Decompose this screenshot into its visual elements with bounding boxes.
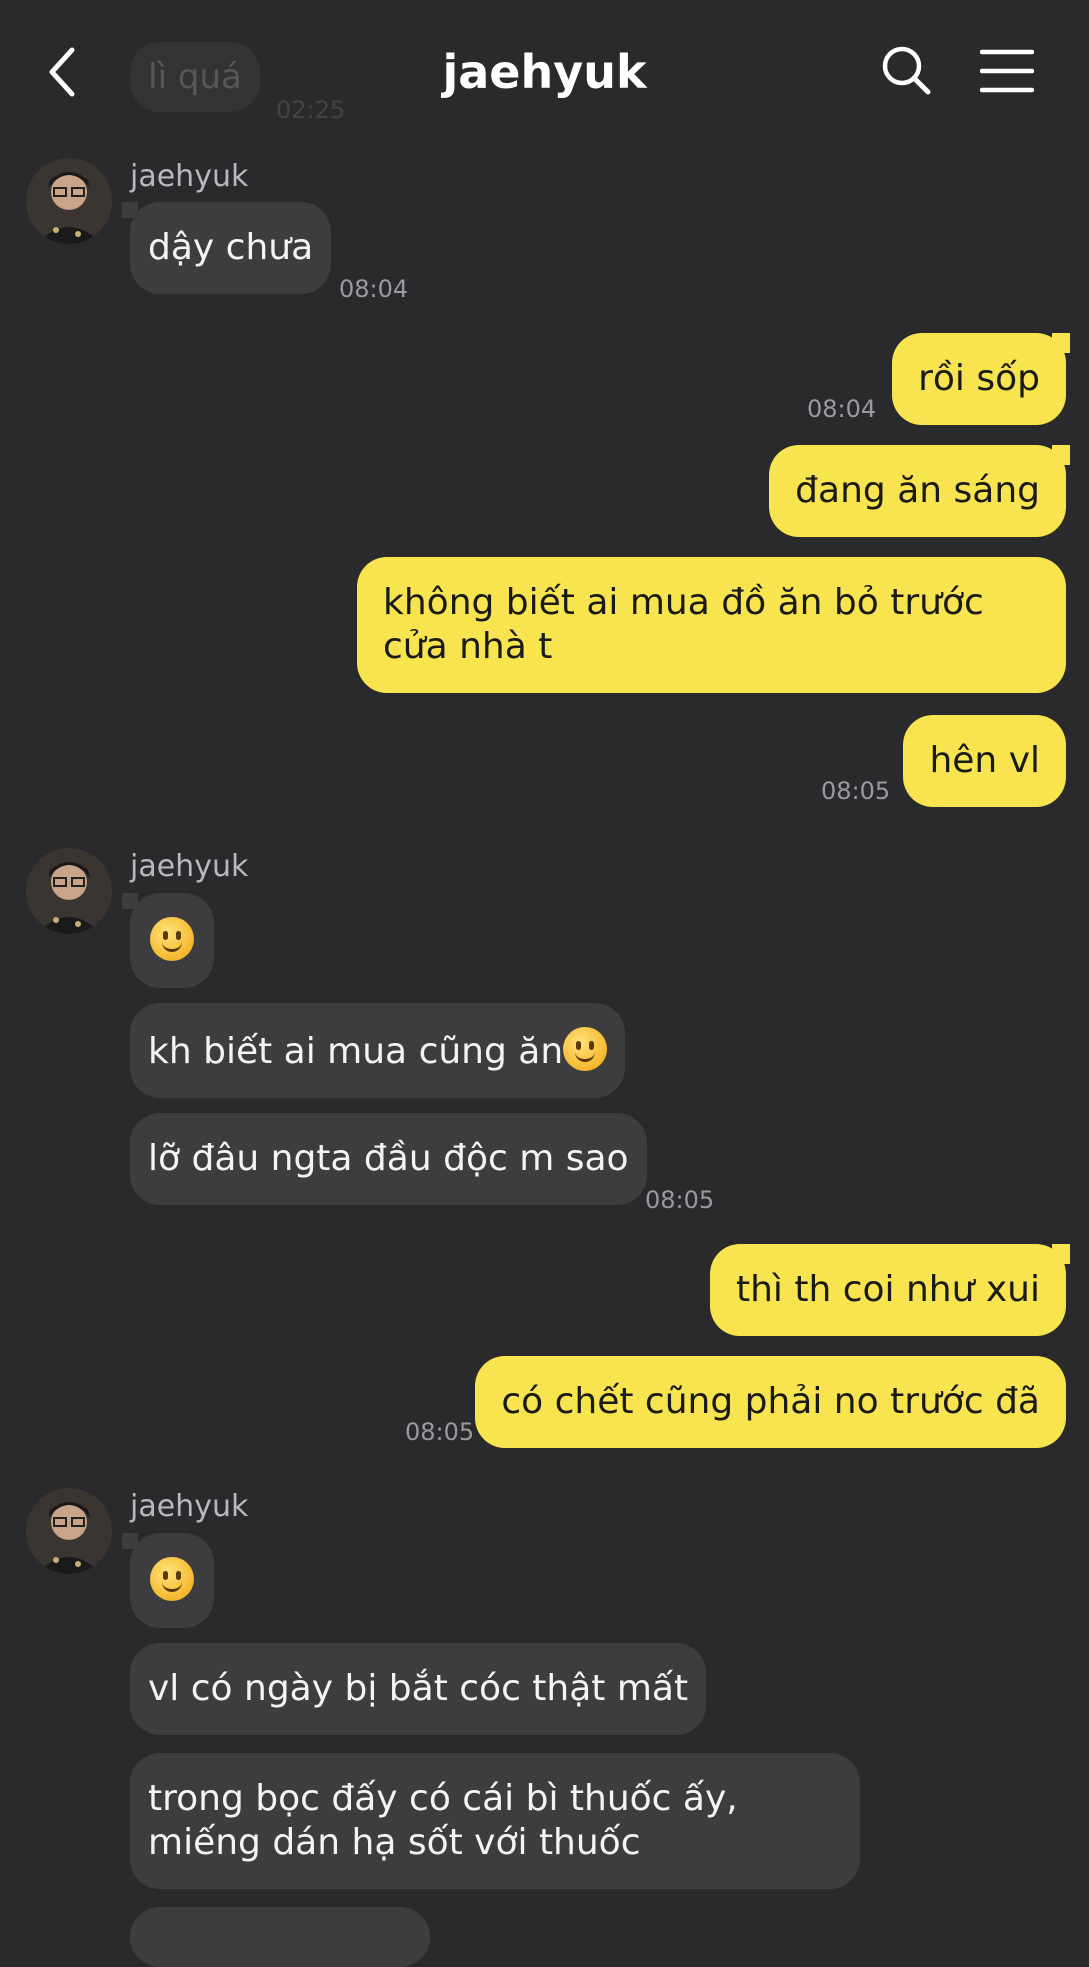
message-timestamp: 08:04 bbox=[807, 395, 877, 423]
message-text: kh biết ai mua cũng ăn bbox=[148, 1031, 564, 1072]
outgoing-message-bubble[interactable]: thì th coi như xui bbox=[709, 1244, 1066, 1336]
outgoing-message-bubble[interactable]: có chết cũng phải no trước đã bbox=[475, 1356, 1066, 1448]
incoming-message-bubble[interactable]: vl có ngày bị bắt cóc thật mất bbox=[130, 1643, 707, 1735]
incoming-message-bubble[interactable] bbox=[130, 1533, 214, 1628]
avatar-image bbox=[26, 1488, 112, 1574]
message-timestamp: 08:05 bbox=[645, 1186, 715, 1214]
incoming-message-bubble[interactable]: dậy chưa bbox=[130, 202, 332, 294]
hamburger-menu-icon bbox=[979, 49, 1035, 93]
chat-header: lì quá 02:25 jaehyuk bbox=[0, 0, 1089, 150]
slightly-smiling-face-emoji bbox=[150, 1557, 194, 1601]
slightly-smiling-face-emoji bbox=[563, 1027, 608, 1071]
outgoing-message-bubble[interactable]: rồi sốp bbox=[892, 333, 1066, 425]
sender-name: jaehyuk bbox=[130, 1489, 249, 1524]
message-timestamp: 08:04 bbox=[339, 275, 409, 303]
avatar[interactable] bbox=[26, 158, 112, 244]
incoming-message-bubble[interactable]: kh biết ai mua cũng ăn bbox=[130, 1003, 626, 1098]
menu-button[interactable] bbox=[979, 48, 1035, 94]
avatar-image bbox=[26, 158, 112, 244]
outgoing-message-bubble[interactable]: không biết ai mua đồ ăn bỏ trước cửa nhà… bbox=[357, 557, 1066, 693]
avatar-image bbox=[26, 848, 112, 934]
message-timestamp: 08:05 bbox=[405, 1418, 475, 1446]
outgoing-message-bubble[interactable]: đang ăn sáng bbox=[769, 445, 1066, 537]
avatar[interactable] bbox=[26, 1488, 112, 1574]
incoming-message-bubble[interactable] bbox=[130, 893, 214, 988]
slightly-smiling-face-emoji bbox=[150, 917, 194, 961]
message-timestamp: 08:05 bbox=[821, 777, 891, 805]
incoming-message-bubble-partial[interactable] bbox=[130, 1907, 430, 1967]
avatar[interactable] bbox=[26, 848, 112, 934]
outgoing-message-bubble[interactable]: hên vl bbox=[903, 715, 1066, 807]
sender-name: jaehyuk bbox=[130, 849, 249, 884]
incoming-message-bubble[interactable]: lỡ đâu ngta đầu độc m sao bbox=[130, 1113, 647, 1205]
sender-name: jaehyuk bbox=[130, 159, 249, 194]
search-icon bbox=[882, 46, 931, 95]
search-button[interactable] bbox=[878, 42, 934, 98]
incoming-message-bubble[interactable]: trong bọc đấy có cái bì thuốc ấy, miếng … bbox=[130, 1753, 860, 1889]
